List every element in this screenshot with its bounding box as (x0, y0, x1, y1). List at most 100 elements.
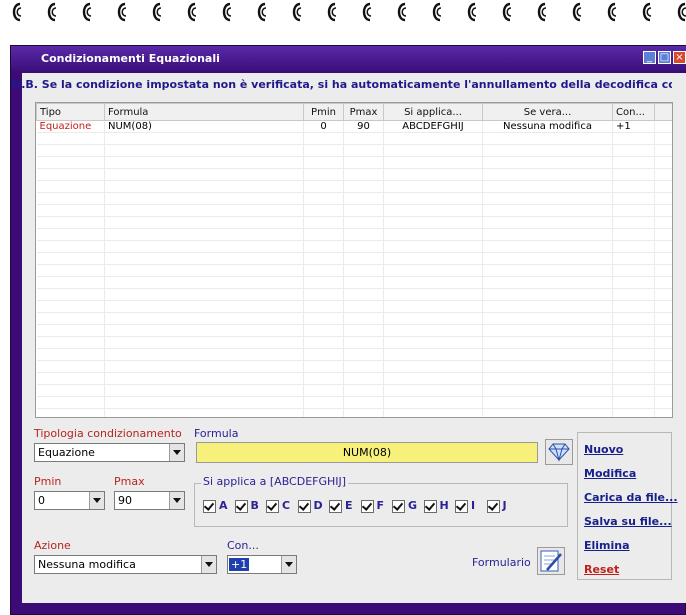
empty-cell (303, 276, 344, 289)
formula-input[interactable]: NUM(08) (196, 442, 538, 463)
azione-select[interactable]: Nessuna modifica (34, 555, 217, 574)
checkbox-checked-icon[interactable] (203, 500, 216, 513)
column-header-se-vera[interactable]: Se vera... (482, 103, 613, 121)
spiral-ring-icon (220, 2, 234, 22)
empty-cell (343, 180, 384, 193)
table-row-empty[interactable] (36, 216, 672, 229)
title-bar[interactable]: Condizionamenti Equazionali _ □ × (11, 46, 686, 71)
checkbox-checked-icon[interactable] (234, 500, 248, 513)
table-row-empty[interactable] (36, 228, 672, 241)
formulario-button[interactable] (537, 547, 565, 575)
pmax-select[interactable]: 90 (114, 491, 185, 510)
empty-cell (482, 408, 613, 417)
table-row-empty[interactable] (36, 372, 672, 385)
empty-cell (383, 240, 483, 253)
close-button[interactable]: × (673, 51, 686, 64)
diamond-icon-button[interactable] (545, 439, 573, 465)
empty-cell (104, 144, 304, 157)
table-row-empty[interactable] (36, 336, 672, 349)
table-row-empty[interactable] (36, 396, 672, 409)
empty-cell (36, 204, 105, 217)
table-row-empty[interactable] (36, 360, 672, 373)
column-header-pmin[interactable]: Pmin (303, 103, 344, 121)
spiral-ring-icon (570, 2, 584, 22)
cell-formula: NUM(08) (104, 120, 304, 133)
table-row-empty[interactable] (36, 288, 672, 301)
empty-cell (482, 144, 613, 157)
empty-cell (612, 372, 655, 385)
empty-cell (654, 144, 672, 157)
checkbox-checked-icon[interactable] (392, 500, 405, 513)
checkbox-label: A (219, 499, 228, 512)
table-row-empty[interactable] (36, 180, 672, 193)
empty-cell (612, 336, 655, 349)
empty-cell (654, 348, 672, 361)
column-header-pmax[interactable]: Pmax (343, 103, 384, 121)
empty-cell (612, 384, 655, 397)
checkbox-checked-icon[interactable] (455, 500, 468, 513)
minimize-button[interactable]: _ (643, 51, 656, 64)
checkbox-checked-icon[interactable] (423, 500, 437, 513)
empty-cell (36, 240, 105, 253)
empty-cell (303, 192, 344, 205)
chevron-down-icon[interactable] (281, 556, 296, 573)
column-header-formula[interactable]: Formula (104, 103, 304, 121)
empty-cell (612, 288, 655, 301)
checkbox-label: E (345, 499, 353, 512)
checkbox-checked-icon[interactable] (360, 500, 374, 513)
empty-cell (612, 300, 655, 313)
empty-cell (383, 156, 483, 169)
empty-cell (343, 264, 384, 277)
table-row-empty[interactable] (36, 264, 672, 277)
table-row-empty[interactable] (36, 312, 672, 325)
con-select[interactable]: +1 (227, 555, 297, 574)
modifica-link[interactable]: Modifica (584, 467, 636, 480)
table-row-empty[interactable] (36, 324, 672, 337)
empty-cell (303, 384, 344, 397)
table-row-empty[interactable] (36, 144, 672, 157)
spiral-ring-icon (395, 2, 409, 22)
spiral-ring-icon (640, 2, 654, 22)
checkbox-checked-icon[interactable] (266, 500, 279, 513)
empty-cell (654, 288, 672, 301)
checkbox-checked-icon[interactable] (486, 500, 500, 513)
empty-cell (482, 168, 613, 181)
table-row-empty[interactable] (36, 384, 672, 397)
empty-cell (104, 204, 304, 217)
table-row[interactable]: Equazione NUM(08) 0 90 ABCDEFGHIJ Nessun… (36, 120, 672, 133)
elimina-link[interactable]: Elimina (584, 539, 630, 552)
salva-su-file-link[interactable]: Salva su file... (584, 515, 672, 528)
table-row-empty[interactable] (36, 252, 672, 265)
tipologia-select[interactable]: Equazione (34, 443, 185, 462)
empty-cell (303, 396, 344, 409)
table-row-empty[interactable] (36, 348, 672, 361)
table-row-empty[interactable] (36, 204, 672, 217)
nuovo-link[interactable]: Nuovo (584, 443, 623, 456)
column-header-con[interactable]: Con... (612, 103, 655, 121)
table-row-empty[interactable] (36, 132, 672, 145)
column-header-si-applica[interactable]: Si applica... (383, 103, 483, 121)
table-row-empty[interactable] (36, 156, 672, 169)
maximize-button[interactable]: □ (658, 51, 671, 64)
reset-link[interactable]: Reset (584, 563, 619, 576)
empty-cell (654, 384, 672, 397)
chevron-down-icon[interactable] (201, 556, 216, 573)
table-row-empty[interactable] (36, 276, 672, 289)
table-row-empty[interactable] (36, 300, 672, 313)
empty-cell (303, 336, 344, 349)
chevron-down-icon[interactable] (169, 492, 184, 509)
checkbox-checked-icon[interactable] (329, 500, 342, 513)
conditions-table[interactable]: Tipo Formula Pmin Pmax Si applica... Se … (35, 102, 673, 418)
column-header-tipo[interactable]: Tipo (36, 103, 105, 121)
carica-da-file-link[interactable]: Carica da file... (584, 491, 678, 504)
checkbox-checked-icon[interactable] (297, 500, 311, 513)
empty-cell (36, 264, 105, 277)
table-row-empty[interactable] (36, 192, 672, 205)
chevron-down-icon[interactable] (89, 492, 104, 509)
pmin-select[interactable]: 0 (34, 491, 105, 510)
empty-cell (383, 288, 483, 301)
table-row-empty[interactable] (36, 240, 672, 253)
table-row-empty[interactable] (36, 168, 672, 181)
chevron-down-icon[interactable] (169, 444, 184, 461)
table-row-empty[interactable] (36, 408, 672, 417)
